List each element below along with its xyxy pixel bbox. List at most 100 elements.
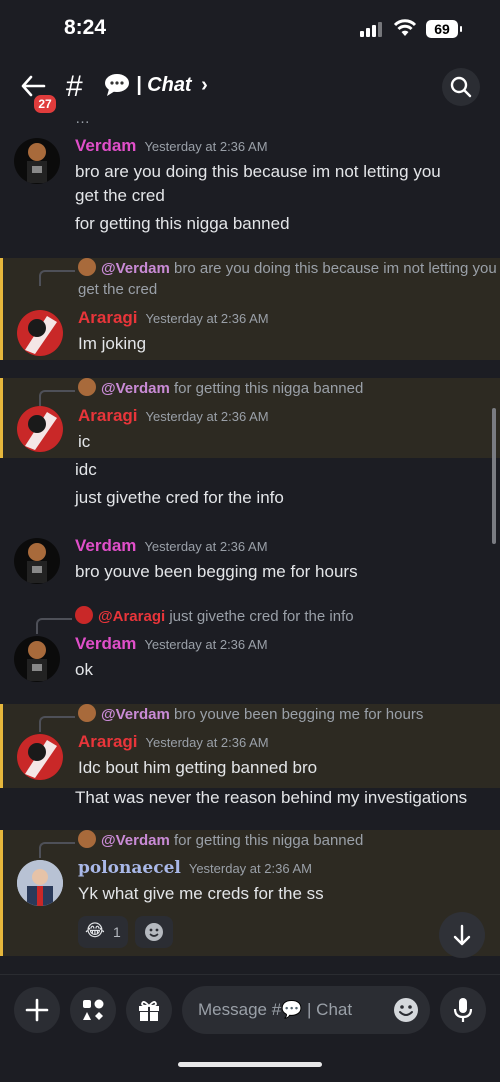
author-name[interactable]: Araragi Yesterday at 2:36 AM [78,406,269,426]
message-text: Yk what give me creds for the ss [78,884,324,903]
avatar[interactable] [17,734,63,780]
channel-hash-icon: # [66,70,83,103]
reply-text: for getting this nigga banned [174,380,364,397]
message-item[interactable]: @Verdam bro youve been begging me for ho… [0,704,500,788]
message-list[interactable]: … Verdam Yesterday at 2:36 AM bro are you… [0,114,500,960]
voice-message-button[interactable] [440,987,486,1033]
message-item[interactable]: Verdam Yesterday at 2:36 AM bro are you d… [0,134,500,256]
reply-connector [39,716,75,732]
avatar[interactable] [17,310,63,356]
smiley-plus-icon [145,923,163,941]
timestamp: Yesterday at 2:36 AM [188,861,312,876]
avatar[interactable] [14,138,60,184]
timestamp: Yesterday at 2:36 AM [145,311,269,326]
reply-text: for getting this nigga banned [174,832,364,849]
reply-preview[interactable]: @Verdam bro are you doing this because i… [78,258,498,300]
message-composer: Message #💬 | Chat [0,974,500,1045]
reaction-chip[interactable]: 😂 1 [78,916,128,948]
reply-connector [39,390,75,406]
message-item[interactable]: @Verdam for getting this nigga banned Ar… [0,378,500,458]
message-text: bro are you doing this because im not le… [75,162,441,181]
message-item[interactable]: @Verdam bro are you doing this because i… [0,258,500,360]
message-item[interactable]: @Verdam for getting this nigga banned po… [0,830,500,956]
reply-avatar [75,606,93,624]
channel-name: | Chat [136,74,192,96]
channel-header: 27 # | Chat › [0,62,500,115]
message-text: Idc bout him getting banned bro [78,758,318,777]
search-icon [450,76,472,98]
reaction-count: 1 [113,924,121,940]
add-reaction-button[interactable] [135,916,173,948]
reply-mention: @Verdam [101,706,170,723]
message-text: ic [78,432,91,451]
apps-button[interactable] [70,987,116,1033]
avatar[interactable] [14,538,60,584]
status-time: 8:24 [64,16,107,39]
reply-connector [36,618,72,634]
timestamp: Yesterday at 2:36 AM [145,735,269,750]
message-item[interactable]: @Araragi just givethe cred for the info … [0,606,500,686]
message-text: for getting this nigga banned [75,214,290,233]
timestamp: Yesterday at 2:36 AM [144,139,268,154]
message-text: bro youve been begging me for hours [75,562,358,581]
emoji-picker-icon[interactable] [392,996,420,1024]
wifi-icon [393,19,417,36]
cellular-signal-icon [360,22,382,37]
message-text: get the cred [75,186,165,205]
author-name[interactable]: Araragi Yesterday at 2:36 AM [78,308,269,328]
message-text: Im joking [78,334,147,353]
reply-avatar [78,704,96,722]
message-input[interactable]: Message #💬 | Chat [182,986,430,1034]
reply-mention: @Verdam [101,260,170,277]
author-name[interactable]: Verdam Yesterday at 2:36 AM [75,136,268,156]
unread-badge: 27 [32,93,58,115]
reply-preview[interactable]: @Verdam for getting this nigga banned [78,830,498,851]
author-name[interactable]: polonaecel Yesterday at 2:36 AM [78,858,312,878]
home-indicator [178,1062,322,1067]
reply-text: just givethe cred for the info [169,608,354,625]
avatar[interactable] [17,860,63,906]
author-name[interactable]: Verdam Yesterday at 2:36 AM [75,536,268,556]
reply-avatar [78,378,96,396]
plus-icon [25,998,49,1022]
microphone-icon [453,998,473,1022]
channel-title[interactable]: | Chat › [136,74,208,97]
reply-text: bro youve been begging me for hours [174,706,424,723]
reply-avatar [78,830,96,848]
message-item[interactable]: Verdam Yesterday at 2:36 AM bro youve bee… [0,532,500,592]
jump-to-bottom-button[interactable] [439,912,485,958]
message-text: ok [75,660,93,679]
chevron-right-icon: › [201,74,208,96]
reply-preview[interactable]: @Verdam for getting this nigga banned [78,378,498,399]
avatar[interactable] [17,406,63,452]
message-input-placeholder: Message #💬 | Chat [198,1000,353,1019]
reply-connector [39,842,75,858]
apps-icon [83,999,104,1020]
scrollbar[interactable] [492,408,496,544]
reply-preview[interactable]: @Araragi just givethe cred for the info [75,606,495,627]
author-name[interactable]: Verdam Yesterday at 2:36 AM [75,634,268,654]
speech-bubble-icon [104,73,130,102]
reply-mention: @Verdam [101,832,170,849]
author-name[interactable]: Araragi Yesterday at 2:36 AM [78,732,269,752]
gift-button[interactable] [126,987,172,1033]
timestamp: Yesterday at 2:36 AM [144,539,268,554]
attach-button[interactable] [14,987,60,1033]
clipped-reply-preview: … [75,114,90,127]
reply-avatar [78,258,96,276]
timestamp: Yesterday at 2:36 AM [144,637,268,652]
gift-icon [139,1001,159,1021]
message-text: just givethe cred for the info [75,488,284,507]
search-button[interactable] [442,68,480,106]
message-text: That was never the reason behind my inve… [75,788,468,807]
message-text: idc [75,460,97,479]
status-bar: 8:24 69 [0,0,500,60]
reply-preview[interactable]: @Verdam bro youve been begging me for ho… [78,704,498,725]
avatar[interactable] [14,636,60,682]
timestamp: Yesterday at 2:36 AM [145,409,269,424]
reply-mention: @Verdam [101,380,170,397]
reply-connector [39,270,75,286]
laughing-emoji-icon: 😂 [85,921,105,940]
arrow-down-icon [453,924,471,946]
reply-mention: @Araragi [98,608,166,625]
